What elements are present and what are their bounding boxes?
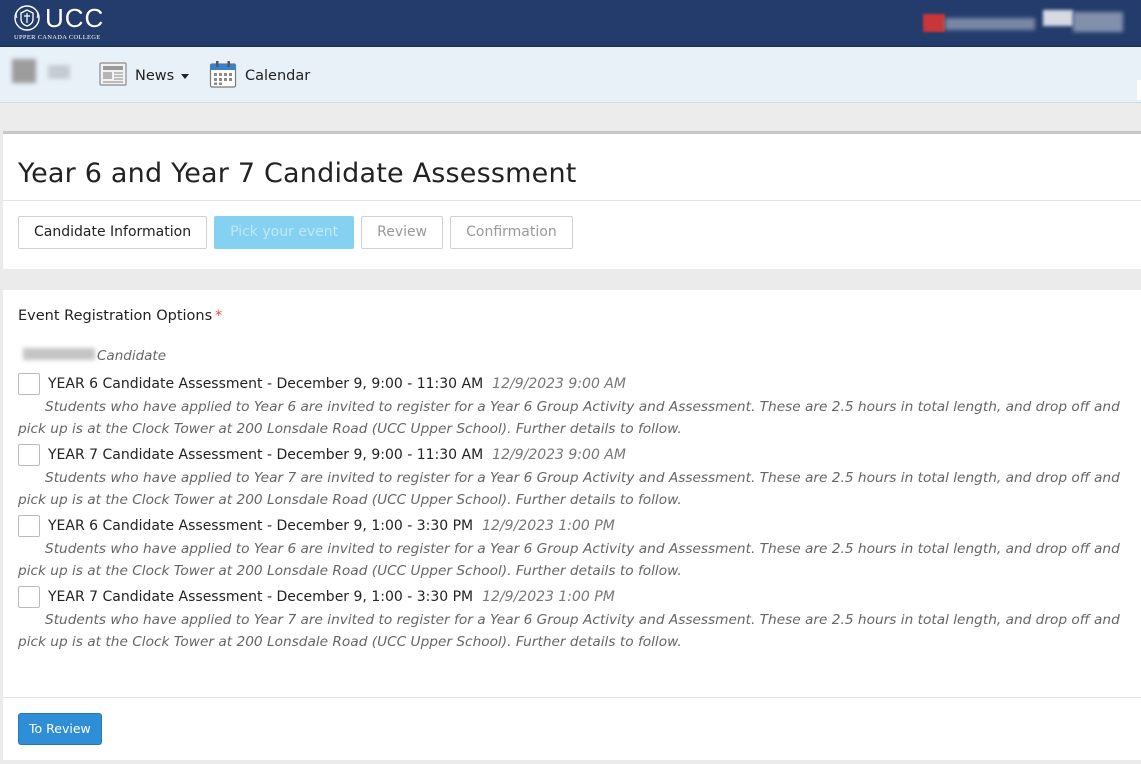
page-title: Year 6 and Year 7 Candidate Assessment xyxy=(18,158,577,189)
form-card: Event Registration Options * Candidate YE… xyxy=(3,290,1141,760)
nav-bar: News Calendar xyxy=(0,47,1141,103)
event-description: Students who have applied to Year 6 are … xyxy=(18,541,1120,579)
nav-news[interactable]: News xyxy=(99,61,190,91)
profile-name-redacted xyxy=(48,65,70,79)
candidate-label: Candidate xyxy=(97,348,167,364)
event-option: YEAR 7 Candidate Assessment - December 9… xyxy=(18,444,1128,511)
step-confirmation[interactable]: Confirmation xyxy=(450,216,573,249)
chevron-down-icon xyxy=(181,73,190,79)
field-label-text: Event Registration Options xyxy=(18,308,213,324)
event-description: Students who have applied to Year 7 are … xyxy=(18,470,1120,508)
user-extra-redacted xyxy=(1043,10,1073,26)
event-option: YEAR 6 Candidate Assessment - December 9… xyxy=(18,515,1128,582)
event-date: 12/9/2023 9:00 AM xyxy=(492,376,626,392)
required-mark: * xyxy=(215,308,223,324)
nav-calendar[interactable]: Calendar xyxy=(209,61,310,91)
title-card: Year 6 and Year 7 Candidate Assessment C… xyxy=(3,131,1141,269)
step-candidate-information[interactable]: Candidate Information xyxy=(18,216,208,249)
divider xyxy=(3,200,1141,201)
newspaper-icon xyxy=(99,61,127,91)
nav-profile[interactable] xyxy=(12,59,72,85)
logo-text: UCC xyxy=(45,3,105,33)
logo-subtitle: UPPER CANADA COLLEGE xyxy=(14,34,101,41)
ucc-logo[interactable]: UCC UPPER CANADA COLLEGE xyxy=(13,3,105,41)
top-header: UCC UPPER CANADA COLLEGE xyxy=(0,0,1141,47)
scroll-edge xyxy=(1137,80,1141,100)
crest-icon xyxy=(13,4,41,32)
user-menu[interactable] xyxy=(923,10,1133,34)
divider xyxy=(3,697,1141,698)
event-description: Students who have applied to Year 7 are … xyxy=(18,612,1120,650)
candidate-name-redacted xyxy=(23,348,95,360)
event-description: Students who have applied to Year 6 are … xyxy=(18,399,1120,437)
step-review[interactable]: Review xyxy=(361,216,444,249)
to-review-button[interactable]: To Review xyxy=(18,713,102,745)
event-title: YEAR 6 Candidate Assessment - December 9… xyxy=(48,376,484,392)
event-date: 12/9/2023 9:00 AM xyxy=(492,447,626,463)
event-date: 12/9/2023 1:00 PM xyxy=(482,518,615,534)
nav-calendar-label: Calendar xyxy=(245,68,311,84)
field-label: Event Registration Options * xyxy=(18,308,222,324)
user-name-redacted xyxy=(945,18,1035,30)
event-checkbox[interactable] xyxy=(18,373,40,395)
event-title: YEAR 7 Candidate Assessment - December 9… xyxy=(48,589,474,605)
spacer-strip xyxy=(0,103,1141,131)
step-pick-your-event[interactable]: Pick your event xyxy=(214,216,355,249)
event-option: YEAR 7 Candidate Assessment - December 9… xyxy=(18,586,1128,653)
event-checkbox[interactable] xyxy=(18,586,40,608)
event-date: 12/9/2023 1:00 PM xyxy=(482,589,615,605)
event-checkbox[interactable] xyxy=(18,515,40,537)
step-tabs: Candidate Information Pick your event Re… xyxy=(18,216,573,249)
user-avatar xyxy=(923,14,945,32)
event-title: YEAR 7 Candidate Assessment - December 9… xyxy=(48,447,484,463)
event-title: YEAR 6 Candidate Assessment - December 9… xyxy=(48,518,474,534)
event-option: YEAR 6 Candidate Assessment - December 9… xyxy=(18,373,1128,440)
user-extra-redacted-2 xyxy=(1073,12,1123,32)
nav-news-label: News xyxy=(135,68,175,84)
calendar-icon xyxy=(209,60,237,92)
event-checkbox[interactable] xyxy=(18,444,40,466)
avatar xyxy=(12,59,36,83)
